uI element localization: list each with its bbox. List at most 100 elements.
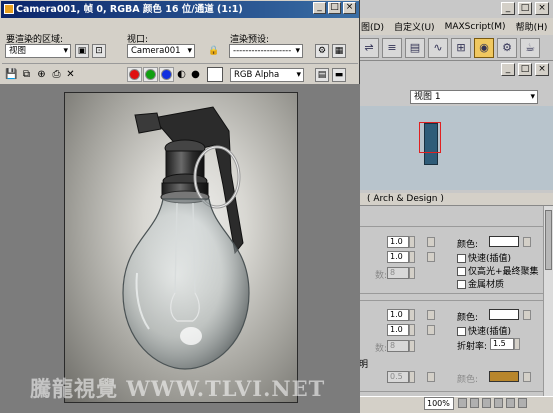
toggle-ui-icon[interactable]: ▤ [315,68,329,82]
fov-icon[interactable] [494,398,503,408]
toolbar-divider [2,63,358,64]
render-teapot-icon[interactable]: ☕ [520,37,540,58]
spinner-arrows[interactable] [409,371,415,383]
metal-material-checkbox[interactable]: 金属材质 [457,277,504,290]
refraction-color-label: 颜色: [457,313,479,323]
highlights-fg-checkbox[interactable]: 仅高光+最终聚集 [457,264,539,277]
render-window-title: Camera001, 帧 0, RGBA 颜色 16 位/通道 (1:1) [16,4,243,15]
transparency-spinner[interactable]: 1.0 [387,309,409,321]
viewport-dropdown[interactable]: 视图 1 [410,90,538,104]
render-setup-icon[interactable]: ⚙ [315,44,329,58]
material-editor-icon[interactable]: ◉ [474,37,494,58]
ior-label: 折射率: [457,342,488,352]
checkbox-label: 快速(插值) [468,254,512,264]
spinner-arrows[interactable] [409,236,415,248]
spinner-arrows[interactable] [409,251,415,263]
edit-region-icon[interactable]: ▣ [75,44,89,58]
save-image-icon[interactable]: 💾 [5,68,18,81]
clear-icon[interactable]: ✕ [64,68,77,81]
refraction-color-swatch[interactable] [489,309,519,320]
navigation-icons [458,398,527,408]
scrollbar-thumb[interactable] [545,210,552,270]
copy-image-icon[interactable]: ⧉ [20,68,33,81]
maximize-button[interactable]: □ [518,2,532,15]
menu-maxscript[interactable]: MAXScript(M) [445,22,506,32]
menu-customize[interactable]: 自定义(U) [394,20,435,33]
swatch-white[interactable] [207,67,223,82]
menu-help[interactable]: 帮助(H) [516,20,548,33]
map-button[interactable] [427,252,435,262]
map-button[interactable] [523,310,531,320]
viewport[interactable] [355,106,553,190]
render-preset-dropdown[interactable]: ------------------- [229,44,303,58]
menu-graph-editors[interactable]: 图(D) [361,20,384,33]
print-icon[interactable]: ⎙ [50,68,63,81]
checkbox-label: 金属材质 [468,280,505,290]
map-button[interactable] [427,310,435,320]
checkbox-icon[interactable] [457,327,466,336]
curve-editor-icon[interactable]: ∿ [428,37,448,58]
sub-close-button[interactable]: × [535,63,549,76]
checkbox-icon[interactable] [457,280,466,289]
sub-maximize-button[interactable]: □ [518,63,532,76]
fast-interp-checkbox[interactable]: 快速(插值) [457,251,511,264]
minimize-button[interactable]: _ [501,2,515,15]
translucency-color-swatch[interactable] [489,371,519,382]
area-to-render-dropdown[interactable]: 视图 [5,44,71,58]
zoom-icon[interactable] [458,398,467,408]
translucency-weight-spinner[interactable]: 0.5 [387,371,409,383]
render-close-button[interactable]: × [343,2,356,14]
align-icon[interactable]: ≡ [382,37,402,58]
spinner-arrows[interactable] [409,309,415,321]
pan-icon[interactable] [470,398,479,408]
checkbox-icon[interactable] [457,254,466,263]
map-button[interactable] [427,237,435,247]
rendered-frame-window: Camera001, 帧 0, RGBA 颜色 16 位/通道 (1:1) _ … [0,0,360,413]
alpha-channel-icon[interactable]: ◐ [175,68,188,81]
render-window-controls: _ □ × [313,2,356,14]
reflectivity-spinner[interactable]: 1.0 [387,236,409,248]
max-window-controls: _ □ × [501,2,549,15]
map-button[interactable] [523,372,531,382]
reflection-color-swatch[interactable] [489,236,519,247]
spinner-arrows[interactable] [409,340,415,352]
close-button[interactable]: × [535,2,549,15]
refr-samples-label: 数: [375,344,388,354]
render-setup-icon[interactable]: ⚙ [497,37,517,58]
spinner-arrows[interactable] [514,338,520,350]
maximize-viewport-icon[interactable] [506,398,515,408]
display-channel-dropdown[interactable]: RGB Alpha [230,68,304,82]
refr-fast-interp-checkbox[interactable]: 快速(插值) [457,324,511,337]
render-minimize-button[interactable]: _ [313,2,326,14]
mirror-icon[interactable]: ⇌ [359,37,379,58]
refr-samples-spinner[interactable]: 8 [387,340,409,352]
sub-minimize-button[interactable]: _ [501,63,515,76]
toggle-overlay-icon[interactable]: ▬ [332,68,346,82]
refr-glossiness-spinner[interactable]: 1.0 [387,324,409,336]
spinner-arrows[interactable] [409,267,415,279]
map-button[interactable] [427,372,435,382]
monochrome-icon[interactable]: ● [189,68,202,81]
glossiness-spinner[interactable]: 1.0 [387,251,409,263]
orbit-icon[interactable] [482,398,491,408]
zoom-dropdown[interactable]: 100% [424,397,454,410]
samples-spinner[interactable]: 8 [387,267,409,279]
map-button[interactable] [427,325,435,335]
schematic-view-icon[interactable]: ⊞ [451,37,471,58]
region-zoom-icon[interactable] [518,398,527,408]
auto-region-icon[interactable]: ⊡ [92,44,106,58]
viewport-dropdown[interactable]: Camera001 [127,44,195,58]
render-window-titlebar[interactable]: Camera001, 帧 0, RGBA 颜色 16 位/通道 (1:1) [1,1,359,18]
map-button[interactable] [523,237,531,247]
clone-window-icon[interactable]: ⊕ [35,68,48,81]
environment-icon[interactable]: ▦ [332,44,346,58]
ior-spinner[interactable]: 1.5 [490,338,514,350]
rendered-image[interactable] [64,92,298,403]
layer-manager-icon[interactable]: ▤ [405,37,425,58]
spinner-arrows[interactable] [409,324,415,336]
panel-scrollbar[interactable] [543,206,553,396]
material-rollout-title[interactable]: ( Arch & Design ) [355,193,553,206]
render-maximize-button[interactable]: □ [328,2,341,14]
checkbox-icon[interactable] [457,267,466,276]
lock-icon[interactable]: 🔒 [207,44,221,58]
